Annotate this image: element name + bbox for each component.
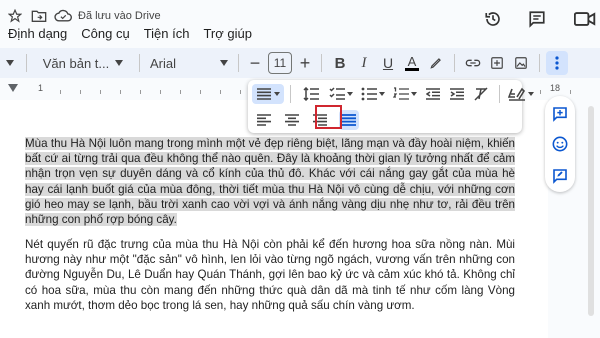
ruler-label-left: 1 bbox=[38, 83, 44, 93]
toolbar-divider bbox=[26, 54, 27, 72]
bulleted-list-icon[interactable] bbox=[357, 84, 389, 104]
star-icon[interactable] bbox=[6, 7, 24, 25]
align-justify-icon bbox=[256, 88, 271, 100]
toolbar-divider bbox=[321, 54, 322, 72]
toolbar-dropdown-icon[interactable] bbox=[0, 51, 20, 75]
toolbar-divider bbox=[139, 54, 140, 72]
popup-divider bbox=[290, 85, 291, 103]
link-icon[interactable] bbox=[461, 51, 485, 75]
chevron-down-icon bbox=[379, 92, 385, 96]
alignment-options bbox=[254, 108, 359, 132]
move-to-folder-icon[interactable] bbox=[30, 7, 48, 25]
menu-format[interactable]: Định dạng bbox=[8, 26, 67, 41]
cloud-saved-icon[interactable] bbox=[54, 7, 72, 25]
paragraph-style-dropdown[interactable]: Văn bản t... bbox=[33, 51, 133, 75]
italic-button[interactable]: I bbox=[352, 51, 376, 75]
chevron-down-icon bbox=[220, 60, 228, 66]
formatting-toolbar: Văn bản t... Arial − 11 + B I U A bbox=[0, 48, 600, 78]
title-row: Đã lưu vào Drive bbox=[0, 6, 161, 26]
history-icon[interactable] bbox=[482, 8, 504, 30]
text-color-button[interactable]: A bbox=[400, 51, 424, 75]
popup-divider bbox=[499, 85, 500, 103]
insert-image-icon[interactable] bbox=[509, 51, 533, 75]
text-color-icon: A bbox=[407, 53, 417, 69]
align-justify-selected-icon[interactable] bbox=[339, 110, 359, 130]
highlight-pen-icon[interactable] bbox=[424, 51, 448, 75]
menu-bar: Định dạng Công cụ Tiện ích Trợ giúp bbox=[8, 26, 252, 41]
suggest-edits-icon[interactable] bbox=[552, 168, 568, 184]
comment-icon[interactable] bbox=[526, 8, 548, 30]
save-status: Đã lưu vào Drive bbox=[78, 10, 161, 22]
align-center-icon[interactable] bbox=[282, 110, 302, 130]
paragraph-2[interactable]: Nét quyến rũ đặc trưng của mùa thu Hà Nộ… bbox=[25, 237, 515, 313]
chevron-down-icon bbox=[528, 92, 534, 96]
text-color-swatch bbox=[405, 67, 419, 71]
popup-toolbar-row bbox=[248, 82, 536, 106]
toolbar-divider bbox=[238, 54, 239, 72]
checklist-icon[interactable] bbox=[325, 84, 357, 104]
paragraph-style-label: Văn bản t... bbox=[42, 55, 110, 71]
menu-tools[interactable]: Công cụ bbox=[81, 26, 129, 41]
chevron-down-icon bbox=[273, 92, 280, 96]
header-actions bbox=[482, 8, 600, 30]
more-options-icon[interactable] bbox=[546, 51, 568, 75]
font-size-input[interactable]: 11 bbox=[268, 52, 292, 74]
vertical-scrollbar[interactable] bbox=[586, 96, 596, 338]
justify-annotation-box bbox=[315, 105, 342, 129]
chevron-down-icon bbox=[411, 92, 417, 96]
font-dropdown[interactable]: Arial bbox=[146, 51, 232, 75]
add-comment-icon[interactable] bbox=[485, 51, 509, 75]
font-label: Arial bbox=[150, 55, 177, 71]
side-action-panel bbox=[545, 96, 575, 192]
editing-mode-icon[interactable] bbox=[506, 84, 536, 104]
bold-button[interactable]: B bbox=[328, 51, 352, 75]
font-size-field-wrap: 11 bbox=[265, 51, 295, 75]
toolbar-divider bbox=[454, 54, 455, 72]
align-left-icon[interactable] bbox=[254, 110, 274, 130]
ruler-label-right: 18 bbox=[550, 83, 561, 93]
decrease-font-size-button[interactable]: − bbox=[245, 51, 265, 75]
video-call-icon[interactable] bbox=[570, 8, 600, 30]
chevron-down-icon bbox=[347, 92, 353, 96]
menu-extensions[interactable]: Tiện ích bbox=[144, 26, 190, 41]
clear-formatting-icon[interactable] bbox=[469, 84, 493, 104]
paragraph-selected[interactable]: Mùa thu Hà Nội luôn mang trong mình một … bbox=[25, 136, 515, 227]
numbered-list-icon[interactable] bbox=[389, 84, 421, 104]
emoji-reaction-icon[interactable] bbox=[552, 136, 568, 152]
increase-indent-icon[interactable] bbox=[445, 84, 469, 104]
overflow-toolbar-popup bbox=[248, 80, 534, 133]
chevron-down-icon bbox=[115, 60, 124, 66]
top-bar: Đã lưu vào Drive Định dạng Công cụ Tiện … bbox=[0, 0, 600, 45]
menu-help[interactable]: Trợ giúp bbox=[203, 26, 252, 41]
align-dropdown-button[interactable] bbox=[252, 84, 284, 104]
scrollbar-thumb[interactable] bbox=[588, 106, 594, 316]
toolbar-divider bbox=[539, 54, 540, 72]
underline-button[interactable]: U bbox=[376, 51, 400, 75]
paragraph-1-text: Mùa thu Hà Nội luôn mang trong mình một … bbox=[25, 137, 515, 227]
decrease-indent-icon[interactable] bbox=[421, 84, 445, 104]
line-spacing-icon[interactable] bbox=[297, 84, 325, 104]
left-indent-marker-icon[interactable] bbox=[8, 84, 18, 92]
increase-font-size-button[interactable]: + bbox=[295, 51, 315, 75]
add-comment-side-icon[interactable] bbox=[552, 106, 568, 122]
